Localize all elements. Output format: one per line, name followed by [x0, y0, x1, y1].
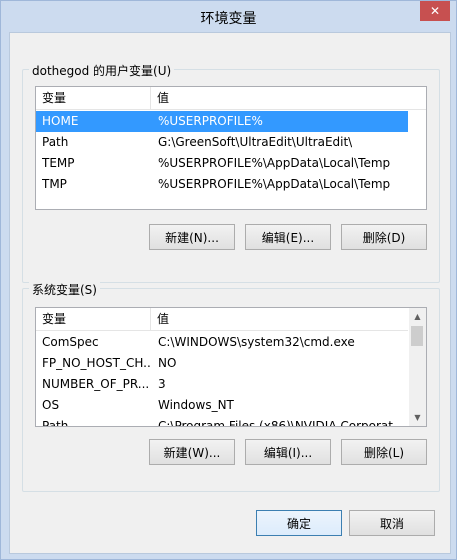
environment-variables-dialog: 环境变量 ✕ dothegod 的用户变量(U) 变量 值 HOME %USER… [0, 0, 457, 560]
user-delete-button[interactable]: 删除(D) [341, 224, 427, 250]
user-new-button[interactable]: 新建(N)... [149, 224, 235, 250]
variable-name: Path [42, 419, 69, 427]
system-delete-button[interactable]: 删除(L) [341, 439, 427, 465]
scroll-down-icon[interactable]: ▼ [409, 409, 426, 426]
column-header-variable[interactable]: 变量 [36, 308, 151, 330]
variable-name: Path [42, 135, 69, 149]
scroll-thumb[interactable] [411, 326, 423, 346]
variable-value: %USERPROFILE%\AppData\Local\Temp [158, 156, 391, 170]
close-icon[interactable]: ✕ [420, 1, 450, 21]
variable-name: TMP [42, 177, 67, 191]
variable-value: C:\WINDOWS\system32\cmd.exe [158, 335, 355, 349]
user-variables-label: dothegod 的用户变量(U) [29, 62, 175, 79]
variable-name: TEMP [42, 156, 75, 170]
title-bar[interactable]: 环境变量 ✕ [1, 1, 456, 32]
column-header-value[interactable]: 值 [151, 308, 169, 330]
window-title: 环境变量 [200, 11, 257, 27]
variable-name: FP_NO_HOST_CH... [42, 356, 150, 370]
scroll-up-icon[interactable]: ▲ [409, 308, 426, 325]
variable-value: %USERPROFILE% [158, 114, 263, 128]
list-item[interactable]: TMP %USERPROFILE%\AppData\Local\Temp [36, 174, 408, 195]
system-new-button[interactable]: 新建(W)... [149, 439, 235, 465]
dialog-client-area: dothegod 的用户变量(U) 变量 值 HOME %USERPROFILE… [9, 32, 451, 554]
variable-name: HOME [42, 114, 79, 128]
system-variables-group: 系统变量(S) 变量 值 ComSpec C:\WINDOWS\system32… [22, 281, 440, 492]
column-header-variable[interactable]: 变量 [36, 87, 151, 109]
list-item[interactable]: ComSpec C:\WINDOWS\system32\cmd.exe [36, 332, 408, 353]
system-variables-list[interactable]: 变量 值 ComSpec C:\WINDOWS\system32\cmd.exe… [35, 307, 427, 427]
variable-value: 3 [158, 377, 166, 391]
variable-name: OS [42, 398, 60, 412]
system-list-scrollbar[interactable]: ▲ ▼ [409, 308, 426, 426]
system-variables-label: 系统变量(S) [29, 281, 100, 298]
variable-name: NUMBER_OF_PR... [42, 377, 150, 391]
ok-button[interactable]: 确定 [256, 510, 342, 536]
list-item[interactable]: Path C:\Program Files (x86)\NVIDIA Corpo… [36, 416, 408, 427]
system-edit-button[interactable]: 编辑(I)... [245, 439, 331, 465]
user-edit-button[interactable]: 编辑(E)... [245, 224, 331, 250]
list-item[interactable]: Path G:\GreenSoft\UltraEdit\UltraEdit\ [36, 132, 408, 153]
user-variables-list[interactable]: 变量 值 HOME %USERPROFILE% Path G:\GreenSof… [35, 86, 427, 210]
system-list-header: 变量 值 [36, 308, 408, 331]
list-item[interactable]: HOME %USERPROFILE% [36, 111, 408, 132]
user-list-header: 变量 值 [36, 87, 426, 110]
list-item[interactable]: FP_NO_HOST_CH... NO [36, 353, 408, 374]
list-item[interactable]: NUMBER_OF_PR... 3 [36, 374, 408, 395]
list-item[interactable]: TEMP %USERPROFILE%\AppData\Local\Temp [36, 153, 408, 174]
variable-value: G:\GreenSoft\UltraEdit\UltraEdit\ [158, 135, 353, 149]
list-item[interactable]: OS Windows_NT [36, 395, 408, 416]
variable-name: ComSpec [42, 335, 99, 349]
variable-value: %USERPROFILE%\AppData\Local\Temp [158, 177, 391, 191]
column-header-value[interactable]: 值 [151, 87, 169, 109]
variable-value: Windows_NT [158, 398, 234, 412]
variable-value: NO [158, 356, 177, 370]
variable-value: C:\Program Files (x86)\NVIDIA Corporat..… [158, 419, 405, 427]
cancel-button[interactable]: 取消 [349, 510, 435, 536]
user-variables-group: dothegod 的用户变量(U) 变量 值 HOME %USERPROFILE… [22, 62, 440, 283]
